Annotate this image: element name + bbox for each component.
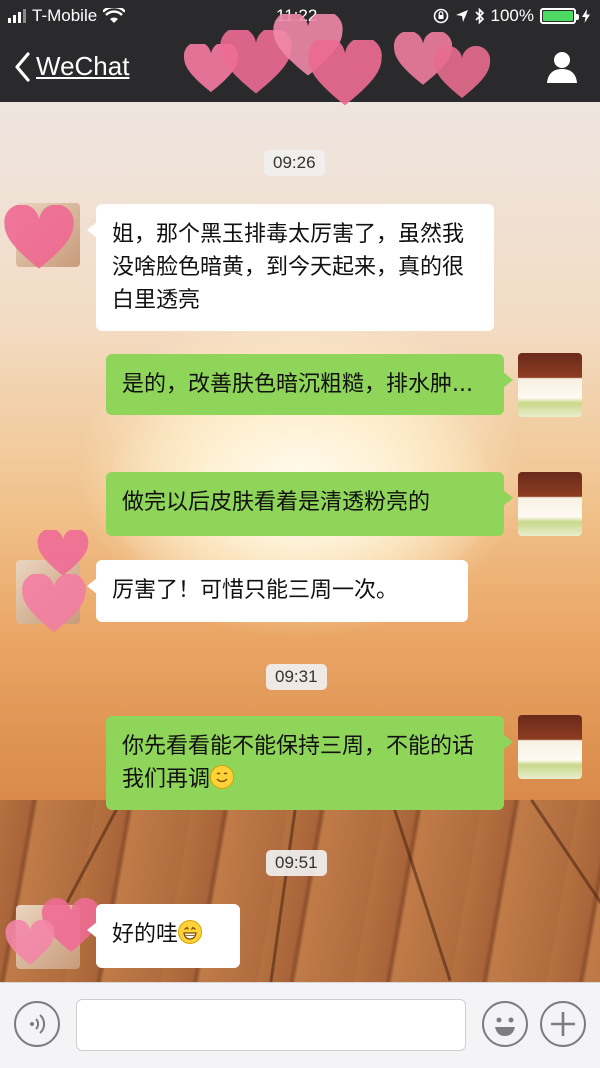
emoji-icon (495, 1017, 515, 1036)
plus-button[interactable] (540, 1001, 586, 1047)
timestamp: 09:26 (264, 150, 325, 176)
incoming-message[interactable]: 好的哇 (87, 904, 240, 968)
smile-emoji (210, 765, 235, 789)
bluetooth-icon (474, 8, 484, 24)
heart-sticker (4, 205, 74, 269)
wifi-icon (103, 8, 126, 23)
incoming-message[interactable]: 姐，那个黑玉排毒太厉害了，虽然我没啥脸色暗黄，到今天起来，真的很白里透亮 (87, 204, 494, 331)
outgoing-message[interactable]: 是的，改善肤色暗沉粗糙，排水肿... (106, 354, 513, 415)
heart-sticker (5, 920, 55, 965)
emoji-button[interactable] (482, 1001, 528, 1047)
battery-percent: 100% (490, 6, 534, 25)
timestamp: 09:51 (266, 850, 327, 876)
my-avatar[interactable] (518, 715, 582, 779)
input-bar (0, 982, 600, 1068)
heart-sticker (22, 574, 86, 633)
outgoing-message[interactable]: 做完以后皮肤看着是清透粉亮的 (106, 472, 513, 536)
message-text: 好的哇 (112, 922, 179, 947)
timestamp: 09:31 (266, 664, 327, 690)
carrier-name: T-Mobile (32, 6, 98, 25)
grin-emoji (178, 920, 203, 944)
back-button[interactable]: WeChat (14, 51, 129, 82)
plus-icon (551, 1012, 575, 1036)
orientation-lock-icon (433, 8, 448, 24)
heart-sticker (308, 40, 382, 106)
heart-sticker (37, 530, 89, 576)
outgoing-message[interactable]: 你先看看能不能保持三周，不能的话我们再调 (106, 716, 513, 810)
voice-icon (30, 1014, 46, 1034)
location-arrow-icon (455, 10, 468, 22)
message-text: 你先看看能不能保持三周，不能的话我们再调 (122, 734, 475, 792)
chevron-left-icon (15, 51, 30, 82)
voice-button[interactable] (14, 1001, 60, 1047)
signal-icon (8, 9, 26, 23)
my-avatar[interactable] (518, 472, 582, 536)
person-icon[interactable] (546, 50, 578, 84)
charging-bolt-icon (582, 9, 590, 23)
my-avatar[interactable] (518, 353, 582, 417)
message-input[interactable] (76, 999, 466, 1051)
wooden-floor (0, 800, 600, 990)
heart-sticker (433, 46, 491, 98)
battery-icon (540, 8, 579, 24)
back-label: WeChat (36, 51, 130, 81)
incoming-message[interactable]: 厉害了！可惜只能三周一次。 (87, 560, 468, 622)
